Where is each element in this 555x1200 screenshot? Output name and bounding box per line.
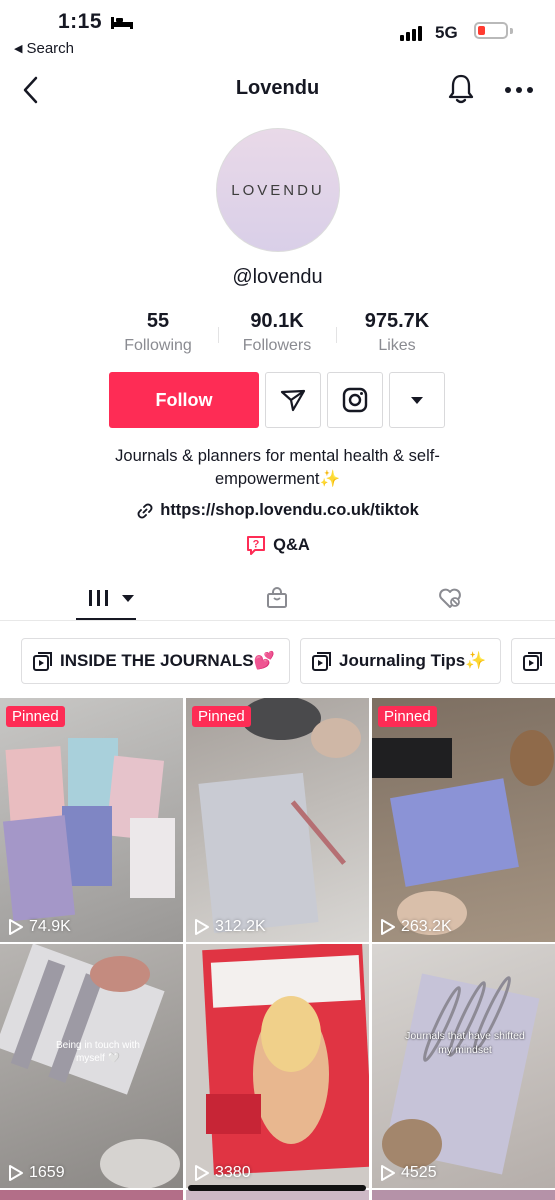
back-triangle-icon: ◀: [14, 43, 23, 55]
play-outline-icon: [381, 919, 395, 935]
instagram-icon: [342, 387, 368, 413]
more-options-button[interactable]: [503, 80, 535, 100]
home-indicator[interactable]: [188, 1185, 366, 1191]
play-outline-icon: [195, 919, 209, 935]
play-outline-icon: [195, 1165, 209, 1181]
view-count-value: 263.2K: [401, 918, 452, 935]
back-app-label: Search: [26, 40, 74, 57]
playlist-icon: [523, 652, 542, 671]
playlist-chip[interactable]: INSIDE THE JOURNALS💕: [21, 638, 290, 684]
playlist-label: Journaling Tips✨: [339, 651, 487, 670]
thumbnail-image: [2, 738, 175, 922]
bio-link[interactable]: https://shop.lovendu.co.uk/tiktok: [0, 501, 555, 520]
view-count: 312.2K: [194, 918, 266, 936]
playlist-chip[interactable]: Journaling Tips✨: [300, 638, 501, 684]
qa-label: Q&A: [273, 535, 310, 554]
signal-icon: [400, 26, 422, 41]
stat-value: 90.1K: [250, 310, 304, 332]
tab-liked[interactable]: [428, 578, 472, 618]
send-icon: [280, 389, 306, 412]
grid-icon: [89, 590, 108, 606]
notification-button[interactable]: [446, 72, 476, 106]
video-thumbnail-partial[interactable]: [186, 1190, 369, 1200]
playlist-label: INSIDE THE JOURNALS💕: [60, 651, 275, 670]
view-count: 74.9K: [8, 918, 71, 936]
stat-likes[interactable]: 975.7K Likes: [337, 310, 457, 355]
pinned-badge: Pinned: [6, 706, 65, 727]
play-outline-icon: [9, 919, 23, 935]
instagram-button[interactable]: [327, 372, 383, 428]
thumbnail-image: [198, 698, 361, 934]
username-handle: @lovendu: [232, 266, 323, 288]
view-count-value: 312.2K: [215, 918, 266, 935]
video-caption-overlay: Journals that have shifted my mindset: [405, 1030, 525, 1056]
stat-following[interactable]: 55 Following: [98, 310, 218, 355]
link-icon: [137, 503, 153, 518]
stat-label: Following: [124, 337, 192, 354]
view-count: 1659: [8, 1164, 65, 1182]
view-count: 263.2K: [380, 918, 452, 936]
question-bubble-icon: ?: [247, 536, 266, 555]
status-time: 1:15: [58, 10, 134, 34]
battery-tip: [510, 28, 513, 34]
view-count-value: 1659: [29, 1164, 65, 1181]
thumbnail-image: [372, 730, 554, 935]
time-text: 1:15: [58, 10, 103, 33]
suggested-accounts-button[interactable]: [389, 372, 445, 428]
video-thumbnail-partial[interactable]: [372, 1190, 555, 1200]
view-count-value: 74.9K: [29, 918, 71, 935]
playlist-icon: [33, 652, 52, 671]
caret-down-icon: [122, 595, 134, 602]
sleep-icon: [111, 17, 134, 30]
message-button[interactable]: [265, 372, 321, 428]
video-thumbnail[interactable]: Being in touch with myself 🤍 1659: [0, 944, 183, 1188]
pinned-badge: Pinned: [378, 706, 437, 727]
ellipsis-icon: [505, 87, 533, 93]
playlist-chip-partial[interactable]: [511, 638, 555, 684]
back-to-app[interactable]: ◀ Search: [14, 40, 74, 57]
bell-icon: [448, 74, 474, 104]
stat-value: 975.7K: [364, 310, 430, 332]
video-thumbnail[interactable]: 3380: [186, 944, 369, 1188]
playlist-icon: [312, 652, 331, 671]
tab-shop[interactable]: [255, 578, 299, 618]
play-outline-icon: [381, 1165, 395, 1181]
view-count: 3380: [194, 1164, 251, 1182]
battery-icon: [474, 22, 508, 39]
video-thumbnail[interactable]: Pinned 312.2K: [186, 698, 369, 942]
caret-down-icon: [411, 397, 423, 404]
shopping-bag-icon: [267, 587, 287, 608]
qa-link[interactable]: ? Q&A: [0, 534, 555, 556]
play-outline-icon: [9, 1165, 23, 1181]
link-text: https://shop.lovendu.co.uk/tiktok: [160, 501, 419, 519]
video-thumbnail[interactable]: Pinned 74.9K: [0, 698, 183, 942]
tab-videos[interactable]: [76, 578, 146, 618]
view-count-value: 3380: [215, 1164, 251, 1181]
follow-button[interactable]: Follow: [109, 372, 259, 428]
view-count-value: 4525: [401, 1164, 437, 1181]
network-label: 5G: [435, 23, 458, 42]
hidden-heart-icon: [439, 588, 461, 608]
thumbnail-image: [202, 944, 369, 1175]
video-caption-overlay: Being in touch with myself 🤍: [56, 1040, 140, 1064]
video-thumbnail[interactable]: Journals that have shifted my mindset 45…: [372, 944, 555, 1188]
thumbnail-image: [0, 944, 180, 1188]
view-count: 4525: [380, 1164, 437, 1182]
stat-label: Likes: [378, 337, 416, 354]
video-thumbnail-partial[interactable]: [0, 1190, 183, 1200]
thumbnail-image: [382, 973, 540, 1175]
bio-text: Journals & planners for mental health & …: [115, 447, 440, 488]
stat-value: 55: [146, 310, 170, 332]
stat-label: Followers: [242, 337, 312, 354]
video-thumbnail[interactable]: Pinned 263.2K: [372, 698, 555, 942]
stat-followers[interactable]: 90.1K Followers: [217, 310, 337, 355]
svg-text:?: ?: [253, 539, 260, 551]
avatar-text: LOVENDU: [231, 181, 325, 199]
pinned-badge: Pinned: [192, 706, 251, 727]
tab-separator: [0, 620, 555, 621]
avatar[interactable]: LOVENDU: [216, 128, 340, 252]
